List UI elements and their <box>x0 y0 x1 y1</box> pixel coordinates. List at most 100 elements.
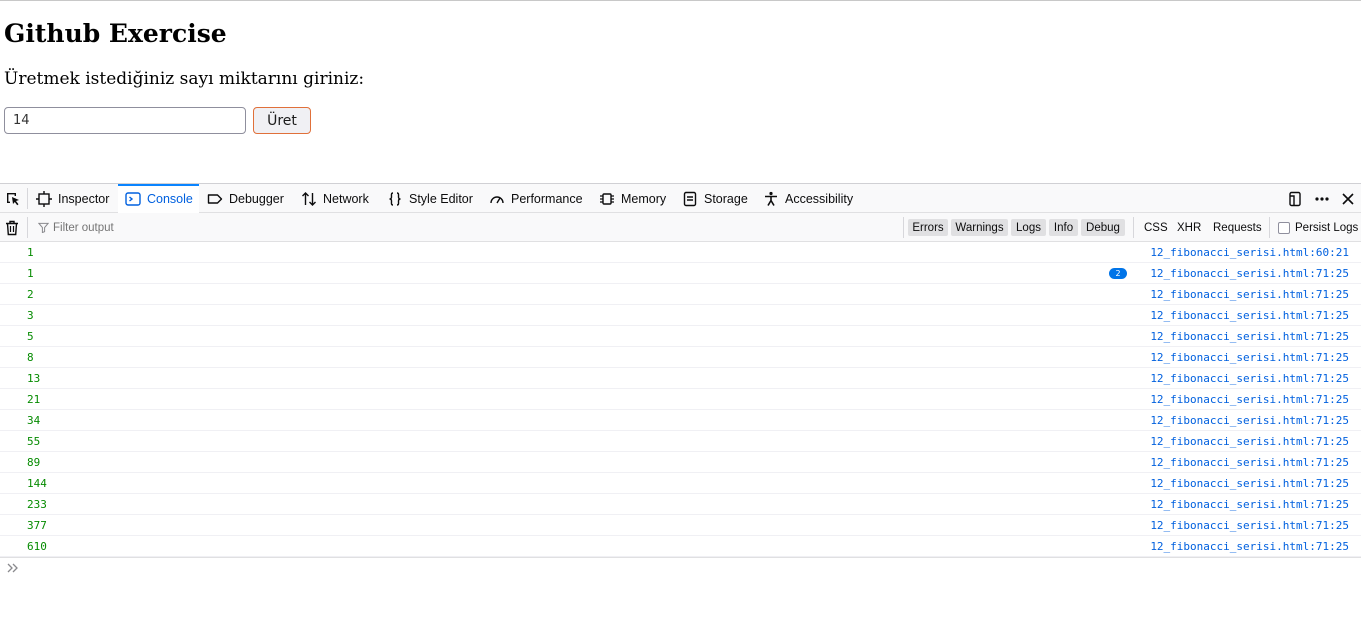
tab-accessibility[interactable]: Accessibility <box>763 184 858 213</box>
filter-funnel-icon <box>38 222 49 233</box>
trash-icon <box>6 220 18 235</box>
console-message: 13 12_fibonacci_serisi.html:71:25 <box>0 368 1361 389</box>
source-link[interactable]: 12_fibonacci_serisi.html:71:25 <box>1150 515 1349 536</box>
close-icon <box>1342 192 1354 205</box>
web-page: Github Exercise Üretmek istediğiniz sayı… <box>0 0 1361 183</box>
console-message: 5 12_fibonacci_serisi.html:71:25 <box>0 326 1361 347</box>
log-value: 8 <box>27 351 34 364</box>
source-link[interactable]: 12_fibonacci_serisi.html:71:25 <box>1150 473 1349 494</box>
console-message: 21 12_fibonacci_serisi.html:71:25 <box>0 389 1361 410</box>
tab-storage[interactable]: Storage <box>682 184 752 213</box>
log-value: 89 <box>27 456 41 469</box>
source-link[interactable]: 12_fibonacci_serisi.html:71:25 <box>1150 389 1349 410</box>
log-value: 144 <box>27 477 47 490</box>
filter-requests-button[interactable]: Requests <box>1213 219 1262 236</box>
persist-logs-toggle[interactable]: Persist Logs <box>1278 219 1358 236</box>
filter-css-button[interactable]: CSS <box>1144 219 1168 236</box>
filter-info-button[interactable]: Info <box>1049 219 1078 236</box>
console-message: 1 2 12_fibonacci_serisi.html:71:25 <box>0 263 1361 284</box>
dock-side-icon <box>1289 191 1301 206</box>
console-message: 144 12_fibonacci_serisi.html:71:25 <box>0 473 1361 494</box>
log-value: 34 <box>27 414 41 427</box>
page-heading: Github Exercise <box>4 19 227 48</box>
memory-icon <box>600 192 614 205</box>
source-link[interactable]: 12_fibonacci_serisi.html:71:25 <box>1150 347 1349 368</box>
source-link[interactable]: 12_fibonacci_serisi.html:71:25 <box>1150 452 1349 473</box>
persist-logs-checkbox[interactable] <box>1278 221 1290 234</box>
repeat-count-badge: 2 <box>1109 268 1127 279</box>
tab-label: Console <box>147 191 193 206</box>
console-output: 1 12_fibonacci_serisi.html:60:21 1 2 12_… <box>0 242 1361 557</box>
console-message: 377 12_fibonacci_serisi.html:71:25 <box>0 515 1361 536</box>
tab-performance[interactable]: Performance <box>489 184 587 213</box>
console-message: 8 12_fibonacci_serisi.html:71:25 <box>0 347 1361 368</box>
tab-label: Debugger <box>229 191 284 206</box>
source-link[interactable]: 12_fibonacci_serisi.html:71:25 <box>1150 284 1349 305</box>
console-message: 55 12_fibonacci_serisi.html:71:25 <box>0 431 1361 452</box>
filter-debug-button[interactable]: Debug <box>1081 219 1125 236</box>
console-message: 89 12_fibonacci_serisi.html:71:25 <box>0 452 1361 473</box>
tab-label: Inspector <box>58 191 110 206</box>
console-message: 1 12_fibonacci_serisi.html:60:21 <box>0 242 1361 263</box>
devtools-toolbar: Inspector Console Debugger Network Style… <box>0 184 1361 213</box>
source-link[interactable]: 12_fibonacci_serisi.html:71:25 <box>1150 326 1349 347</box>
log-value: 610 <box>27 540 47 553</box>
style-editor-icon <box>389 191 401 206</box>
filter-output-input[interactable] <box>53 221 353 234</box>
network-icon <box>302 191 316 206</box>
console-message: 34 12_fibonacci_serisi.html:71:25 <box>0 410 1361 431</box>
console-icon <box>125 191 141 206</box>
filter-xhr-button[interactable]: XHR <box>1177 219 1201 236</box>
log-value: 5 <box>27 330 34 343</box>
source-link[interactable]: 12_fibonacci_serisi.html:71:25 <box>1150 494 1349 515</box>
console-message: 3 12_fibonacci_serisi.html:71:25 <box>0 305 1361 326</box>
log-value: 2 <box>27 288 34 301</box>
console-message: 2 12_fibonacci_serisi.html:71:25 <box>0 284 1361 305</box>
element-picker-icon <box>7 192 19 205</box>
tab-memory[interactable]: Memory <box>599 184 671 213</box>
filter-warnings-button[interactable]: Warnings <box>951 219 1008 236</box>
tab-style-editor[interactable]: Style Editor <box>387 184 479 213</box>
tab-label: Memory <box>621 191 667 206</box>
tab-debugger[interactable]: Debugger <box>207 184 289 213</box>
tab-console[interactable]: Console <box>118 184 199 213</box>
source-link[interactable]: 12_fibonacci_serisi.html:71:25 <box>1150 305 1349 326</box>
filter-errors-button[interactable]: Errors <box>908 219 948 236</box>
clear-console-button[interactable] <box>3 213 21 242</box>
log-value: 1 <box>27 267 34 280</box>
log-value: 21 <box>27 393 41 406</box>
source-link[interactable]: 12_fibonacci_serisi.html:71:25 <box>1150 431 1349 452</box>
dock-toggle-button[interactable] <box>1286 184 1304 213</box>
console-command-line[interactable] <box>0 557 1361 581</box>
generate-button[interactable]: Üret <box>253 107 311 134</box>
more-options-button[interactable] <box>1312 184 1332 213</box>
source-link[interactable]: 12_fibonacci_serisi.html:71:25 <box>1150 263 1349 284</box>
source-link[interactable]: 12_fibonacci_serisi.html:71:25 <box>1150 368 1349 389</box>
tab-inspector[interactable]: Inspector <box>36 184 116 213</box>
tab-label: Performance <box>511 191 583 206</box>
log-value: 1 <box>27 246 34 259</box>
tab-label: Accessibility <box>785 191 854 206</box>
log-value: 13 <box>27 372 41 385</box>
source-link[interactable]: 12_fibonacci_serisi.html:71:25 <box>1150 410 1349 431</box>
console-message: 233 12_fibonacci_serisi.html:71:25 <box>0 494 1361 515</box>
console-message: 610 12_fibonacci_serisi.html:71:25 <box>0 536 1361 557</box>
log-value: 377 <box>27 519 47 532</box>
filter-logs-button[interactable]: Logs <box>1011 219 1046 236</box>
close-devtools-button[interactable] <box>1339 184 1357 213</box>
performance-icon <box>490 195 504 203</box>
inspector-icon <box>36 190 52 207</box>
persist-logs-label: Persist Logs <box>1295 221 1359 234</box>
log-value: 233 <box>27 498 47 511</box>
storage-icon <box>683 191 697 206</box>
tab-network[interactable]: Network <box>301 184 375 213</box>
count-prompt-label: Üretmek istediğiniz sayı miktarını girin… <box>4 69 365 89</box>
count-input[interactable] <box>4 107 246 134</box>
source-link[interactable]: 12_fibonacci_serisi.html:60:21 <box>1150 242 1349 263</box>
tab-label: Network <box>323 191 369 206</box>
element-picker-button[interactable] <box>0 184 26 213</box>
source-link[interactable]: 12_fibonacci_serisi.html:71:25 <box>1150 536 1349 557</box>
ellipsis-icon <box>1315 196 1329 201</box>
debugger-icon <box>207 193 223 204</box>
filter-output-field[interactable] <box>38 213 353 242</box>
